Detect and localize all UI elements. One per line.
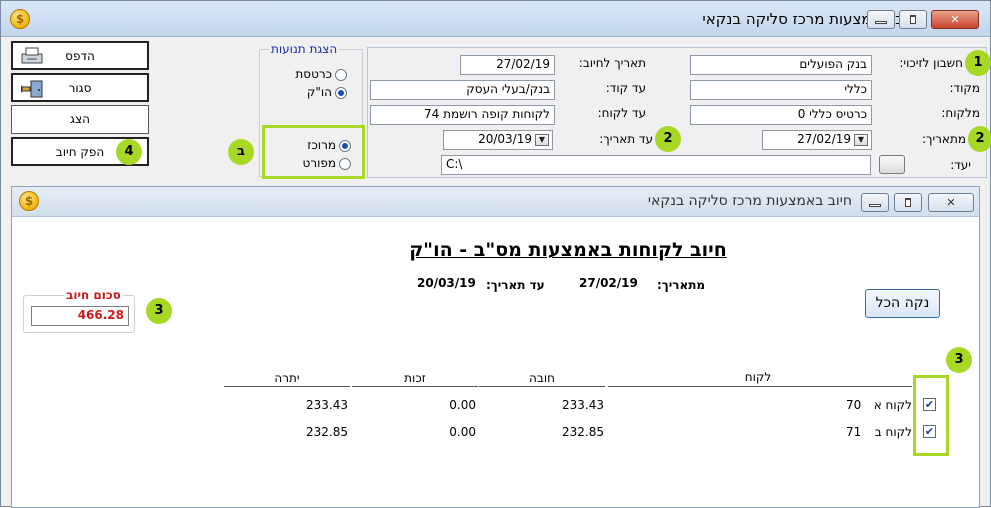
maximize-button[interactable] <box>899 10 927 29</box>
report-window: $ חיוב באמצעות מרכז סליקה בנקאי ✕ חיוב ל… <box>11 186 980 508</box>
row-1-credit: 0.00 <box>449 398 476 412</box>
report-to-date-label: עד תאריך: <box>486 278 545 292</box>
credit-account-label: חשבון לזיכוי: <box>899 56 963 70</box>
radio-summary-label: מרוכז <box>307 138 336 152</box>
target-path-field[interactable]: C:\ <box>441 155 871 175</box>
col-debit: חובה <box>529 371 555 385</box>
col-credit: זכות <box>404 371 426 385</box>
transactions-group-title: הצגת תנועות <box>269 42 340 56</box>
report-coin-icon: $ <box>19 191 39 211</box>
to-customer-label: עד לקוח: <box>597 106 646 120</box>
from-date-label: מתאריך: <box>921 132 966 146</box>
row-2-checkbox[interactable]: ✔ <box>923 425 936 438</box>
radio-summary[interactable]: מרוכז <box>279 138 351 152</box>
report-close-button[interactable]: ✕ <box>928 193 974 212</box>
row-1-balance: 233.43 <box>306 398 348 412</box>
row-1-checkbox[interactable]: ✔ <box>923 398 936 411</box>
from-customer-label: מלקוח: <box>941 106 980 120</box>
to-date-label: עד תאריך: <box>599 132 653 146</box>
report-to-date-value: 20/03/19 <box>417 276 476 290</box>
from-date-field[interactable]: 27/02/19 ▼ <box>762 130 872 150</box>
marker-1: 1 <box>965 50 991 76</box>
col-customer: לקוח <box>744 370 772 384</box>
print-button[interactable]: הדפס <box>11 41 149 70</box>
minimize-button[interactable] <box>867 10 895 29</box>
report-minimize-button[interactable] <box>861 193 889 212</box>
issue-charge-label: הפק חיוב <box>55 145 105 159</box>
close-button[interactable]: ✕ <box>931 10 979 29</box>
report-close-icon: ✕ <box>946 196 956 209</box>
col-debit-underline <box>479 386 605 387</box>
show-label: הצג <box>70 112 90 126</box>
print-label: הדפס <box>65 49 95 63</box>
exit-door-icon <box>21 80 43 98</box>
col-credit-underline <box>352 386 478 387</box>
target-label: יעד: <box>950 158 971 172</box>
show-button[interactable]: הצג <box>11 105 149 134</box>
mode-highlight <box>262 125 365 179</box>
report-maximize-button[interactable] <box>894 193 922 212</box>
radio-standing-order-label: הו"ק <box>306 85 332 99</box>
minimize-icon <box>875 21 887 24</box>
main-window: $ חיוב באמצעות מרכז סליקה בנקאי ✕ 1 חשבו… <box>0 0 991 508</box>
browse-target-button[interactable] <box>879 155 905 174</box>
marker-3-right: 3 <box>946 347 972 373</box>
radio-detailed-circle[interactable] <box>339 157 351 170</box>
close-icon: ✕ <box>950 13 960 26</box>
charge-sum-label: סכום חיוב <box>64 288 123 302</box>
radio-summary-circle[interactable] <box>339 139 351 152</box>
maximize-icon <box>910 15 916 24</box>
print-icon <box>21 47 43 64</box>
row-2-credit: 0.00 <box>449 425 476 439</box>
radio-standing-order-circle[interactable] <box>335 86 347 99</box>
from-code-label: מקוד: <box>949 81 980 95</box>
col-balance-underline <box>224 386 350 387</box>
radio-detailed[interactable]: מפורט <box>279 156 351 170</box>
close-action-button[interactable]: סגור <box>11 73 149 102</box>
radio-ledger-label: כרטסת <box>295 67 332 81</box>
row-2-balance: 232.85 <box>306 425 348 439</box>
to-customer-field[interactable]: לקוחות קופה רושמת 74 <box>370 105 555 125</box>
report-from-date-label: מתאריך: <box>657 278 706 292</box>
checkbox-highlight <box>913 375 949 456</box>
col-balance: יתרה <box>274 371 300 385</box>
marker-3-left: 3 <box>146 298 172 324</box>
to-date-value: 20/03/19 <box>478 132 532 146</box>
from-customer-field[interactable]: כרטיס כללי 0 <box>690 105 872 125</box>
row-1-code: 70 <box>846 398 862 412</box>
title-bar: $ חיוב באמצעות מרכז סליקה בנקאי ✕ <box>1 1 990 37</box>
report-maximize-icon <box>905 198 911 207</box>
marker-2-right: 2 <box>968 126 991 152</box>
report-title-bar: $ חיוב באמצעות מרכז סליקה בנקאי ✕ <box>12 187 979 217</box>
marker-4: 4 <box>116 139 142 165</box>
radio-detailed-label: מפורט <box>302 156 336 170</box>
to-date-field[interactable]: 20/03/19 ▼ <box>443 130 553 150</box>
from-date-value: 27/02/19 <box>797 132 851 146</box>
to-code-label: עד קוד: <box>605 81 646 95</box>
charge-date-label: תאריך לחיוב: <box>578 56 646 70</box>
to-date-dropdown-icon[interactable]: ▼ <box>535 134 549 146</box>
charge-sum-value: 466.28 <box>31 306 129 326</box>
from-code-field[interactable]: כללי <box>690 80 872 100</box>
from-date-dropdown-icon[interactable]: ▼ <box>854 134 868 146</box>
app-coin-icon: $ <box>10 9 30 29</box>
radio-ledger[interactable]: כרטסת <box>285 67 347 81</box>
close-action-label: סגור <box>68 81 92 95</box>
to-code-field[interactable]: בנק/בעלי העסק <box>370 80 555 100</box>
radio-ledger-circle[interactable] <box>335 68 347 81</box>
row-1-debit: 233.43 <box>562 398 604 412</box>
credit-account-field[interactable]: בנק הפועלים <box>690 55 872 75</box>
marker-b: ב <box>228 139 254 165</box>
row-2-code: 71 <box>846 425 862 439</box>
report-window-title: חיוב באמצעות מרכז סליקה בנקאי <box>647 193 852 209</box>
report-title: חיוב לקוחות באמצעות מס"ב - הו"ק <box>409 239 727 261</box>
col-customer-underline <box>608 386 912 387</box>
clear-all-button[interactable]: נקה הכל <box>865 289 940 318</box>
radio-standing-order[interactable]: הו"ק <box>285 85 347 99</box>
report-minimize-icon <box>869 204 881 207</box>
report-from-date-value: 27/02/19 <box>579 276 638 290</box>
charge-date-field[interactable]: 27/02/19 <box>460 55 555 75</box>
row-2-debit: 232.85 <box>562 425 604 439</box>
marker-2-left: 2 <box>655 126 681 152</box>
